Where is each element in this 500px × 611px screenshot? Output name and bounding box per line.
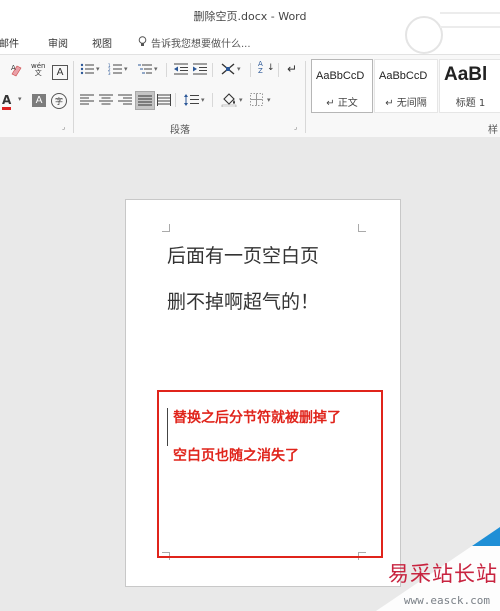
button-separator [175, 93, 176, 107]
styles-group-label: 样 [488, 125, 498, 136]
phonetic-guide-icon[interactable]: wén 文 [31, 63, 45, 77]
group-separator [73, 61, 74, 133]
crop-mark [358, 224, 366, 232]
document-line: 后面有一页空白页 [167, 245, 320, 267]
font-color-icon[interactable]: A [2, 93, 12, 110]
style-preview: AaBbCcD [379, 70, 428, 82]
button-separator [212, 93, 213, 107]
tell-me-box[interactable]: 告诉我您想要做什么... [138, 35, 251, 50]
chevron-down-icon[interactable]: ▾ [96, 65, 100, 73]
character-border-icon[interactable]: A [52, 65, 68, 80]
style-heading-1[interactable]: AaBl 标题 1 [439, 59, 500, 113]
decorative-line [440, 26, 500, 28]
align-left-icon[interactable] [80, 94, 94, 106]
chevron-down-icon[interactable]: ▾ [124, 65, 128, 73]
document-page[interactable]: 后面有一页空白页 删不掉啊超气的！ 替换之后分节符就被删掉了 空白页也随之消失了 [125, 199, 401, 587]
enclose-characters-icon[interactable]: 字 [51, 93, 67, 109]
style-normal[interactable]: AaBbCcD ↵ 正文 [311, 59, 373, 113]
character-shading-icon[interactable]: A [32, 94, 46, 107]
lightbulb-icon [138, 35, 147, 50]
decrease-indent-icon[interactable] [174, 63, 188, 75]
font-dialog-launcher-icon[interactable]: ⌟ [62, 123, 65, 131]
svg-text:3: 3 [108, 71, 111, 75]
watermark-url: www.easck.com [403, 594, 490, 607]
style-preview: AaBbCcD [316, 70, 365, 82]
styles-gallery: AaBbCcD ↵ 正文 AaBbCcD ↵ 无间隔 AaBl 标题 1 [311, 59, 500, 115]
button-separator [212, 63, 213, 77]
title-bar: 删除空页.docx - Word [0, 0, 500, 54]
distributed-align-icon[interactable] [157, 94, 171, 106]
justify-icon[interactable] [135, 91, 155, 110]
shading-bucket-icon[interactable] [221, 92, 237, 107]
decorative-line [440, 12, 500, 14]
sort-icon[interactable]: A Z [258, 61, 263, 75]
tab-mailings[interactable]: 邮件 [0, 35, 19, 50]
chevron-down-icon[interactable]: ▾ [201, 96, 205, 104]
watermark-text: 易采站长站 [388, 562, 498, 586]
increase-indent-icon[interactable] [193, 63, 207, 75]
chevron-down-icon[interactable]: ▾ [267, 96, 271, 104]
align-center-icon[interactable] [99, 94, 113, 106]
show-hide-marks-icon[interactable]: ↵ [287, 62, 297, 76]
bullets-icon[interactable] [80, 63, 94, 75]
chevron-down-icon[interactable]: ▾ [18, 95, 22, 103]
ribbon: A wén 文 A A ▾ A 字 ▾ 123 ▾ ▾ ▾ A Z ↓ ↵ ▾ … [0, 54, 500, 138]
multilevel-list-icon[interactable] [138, 63, 152, 75]
crop-mark [162, 224, 170, 232]
line-spacing-icon[interactable] [183, 93, 199, 107]
annotation-text: 空白页也随之消失了 [173, 448, 299, 464]
borders-icon[interactable] [250, 93, 263, 106]
tab-review[interactable]: 审阅 [48, 35, 68, 50]
watermark: 易采站长站 www.easck.com [376, 527, 500, 611]
chevron-down-icon[interactable]: ▾ [237, 65, 241, 73]
chevron-down-icon[interactable]: ▾ [154, 65, 158, 73]
button-separator [278, 63, 279, 77]
style-preview: AaBl [444, 64, 488, 85]
style-name: 标题 1 [455, 98, 486, 109]
sort-arrow-icon: ↓ [267, 63, 275, 73]
annotation-text: 替换之后分节符就被删掉了 [173, 410, 341, 426]
style-name: ↵ 无间隔 [385, 98, 427, 109]
svg-text:A: A [11, 64, 16, 72]
style-no-spacing[interactable]: AaBbCcD ↵ 无间隔 [374, 59, 438, 113]
paragraph-group-label: 段落 [170, 125, 190, 136]
tab-view[interactable]: 视图 [92, 35, 112, 50]
numbering-icon[interactable]: 123 [108, 63, 122, 75]
paragraph-dialog-launcher-icon[interactable]: ⌟ [294, 123, 297, 131]
chevron-down-icon[interactable]: ▾ [239, 96, 243, 104]
button-separator [250, 63, 251, 77]
asian-layout-icon[interactable] [220, 62, 236, 76]
document-area[interactable]: 后面有一页空白页 删不掉啊超气的！ 替换之后分节符就被删掉了 空白页也随之消失了… [0, 137, 500, 611]
ribbon-tabs: 邮件 审阅 视图 告诉我您想要做什么... [0, 30, 500, 54]
document-line: 删不掉啊超气的！ [167, 291, 320, 313]
button-separator [166, 63, 167, 77]
tell-me-text: 告诉我您想要做什么... [151, 39, 251, 50]
style-name: ↵ 正文 [326, 98, 358, 109]
text-cursor [167, 408, 168, 446]
group-separator [305, 61, 306, 133]
clear-format-icon[interactable]: A [10, 63, 24, 77]
align-right-icon[interactable] [118, 94, 132, 106]
